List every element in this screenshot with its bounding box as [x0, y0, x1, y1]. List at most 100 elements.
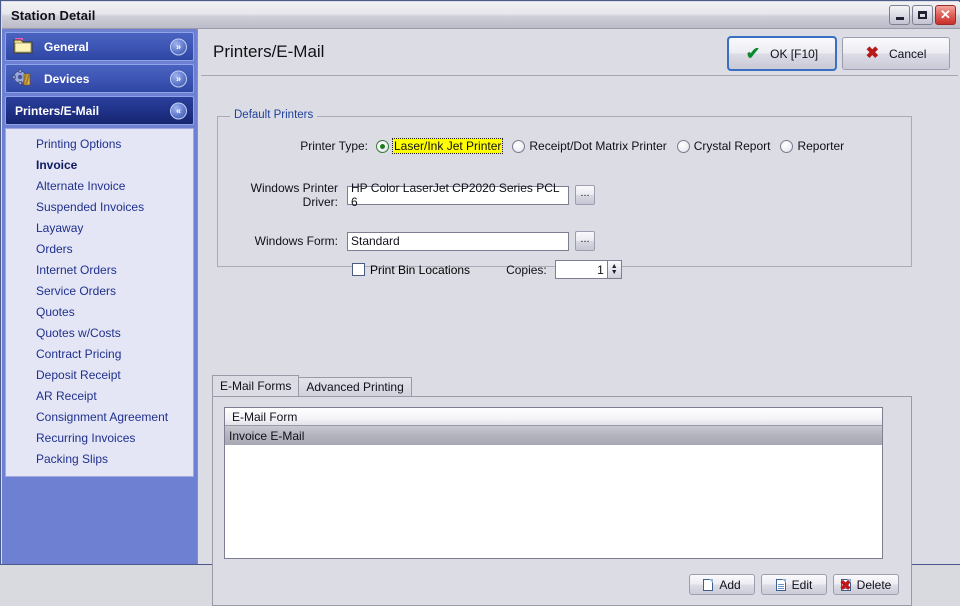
printer-type-option-label: Receipt/Dot Matrix Printer	[529, 139, 667, 153]
group-legend: Default Printers	[230, 109, 318, 121]
radio-laser[interactable]	[376, 139, 389, 153]
ok-button-label: OK [F10]	[770, 46, 819, 61]
printer-type-option-crystal[interactable]: Crystal Report	[676, 139, 771, 153]
station-detail-window: Station Detail ✕ General » Devices » Pri…	[0, 0, 960, 606]
printer-driver-row: Windows Printer Driver: HP Color LaserJe…	[218, 181, 908, 209]
sidebar-item-layaway[interactable]: Layaway	[6, 218, 193, 239]
printer-type-row: Printer Type: Laser/Ink Jet Printer Rece…	[218, 138, 908, 154]
tab-advanced-printing[interactable]: Advanced Printing	[298, 377, 412, 396]
spinner-down-icon[interactable]: ▼	[611, 269, 618, 276]
email-form-column-header: E-Mail Form	[225, 408, 882, 426]
chevron-down-icon[interactable]: »	[170, 70, 187, 87]
delete-button-label: Delete	[856, 577, 892, 592]
printer-type-option-receipt[interactable]: Receipt/Dot Matrix Printer	[512, 139, 667, 153]
delete-button[interactable]: ✖ Delete	[833, 574, 899, 595]
maximize-icon	[913, 6, 932, 24]
sidebar-item-quotes[interactable]: Quotes	[6, 302, 193, 323]
main-pane: Printers/E-Mail ✔ OK [F10] ✖ Cancel Defa…	[199, 29, 960, 606]
edit-document-icon	[775, 578, 786, 591]
tab-strip: E-Mail Forms Advanced Printing	[212, 375, 912, 396]
radio-reporter[interactable]	[780, 139, 794, 153]
minimize-button[interactable]	[889, 5, 910, 25]
sidebar-item-list: Printing Options Invoice Alternate Invoi…	[5, 128, 194, 477]
email-forms-panel: E-Mail Form Invoice E-Mail Add Edit ✖ De…	[212, 396, 912, 606]
print-bin-locations-label: Print Bin Locations	[370, 262, 471, 277]
sidebar-item-deposit-receipt[interactable]: Deposit Receipt	[6, 365, 193, 386]
windows-form-browse-button[interactable]: ...	[575, 231, 595, 251]
copies-field: Copies: 1 ▲ ▼	[506, 260, 622, 279]
sidebar-item-ar-receipt[interactable]: AR Receipt	[6, 386, 193, 407]
bin-copies-row: Print Bin Locations Copies: 1 ▲ ▼	[218, 260, 908, 279]
printer-driver-label: Windows Printer Driver:	[250, 181, 338, 209]
copies-spinner-buttons[interactable]: ▲ ▼	[606, 260, 622, 279]
sidebar-item-orders[interactable]: Orders	[6, 239, 193, 260]
gear-icon	[10, 69, 36, 88]
check-icon: ✔	[745, 44, 761, 63]
sidebar-item-recurring-invoices[interactable]: Recurring Invoices	[6, 428, 193, 449]
email-forms-actions: Add Edit ✖ Delete	[689, 574, 899, 595]
sidebar-item-packing-slips[interactable]: Packing Slips	[6, 449, 193, 470]
copies-input[interactable]: 1	[554, 260, 607, 279]
radio-crystal-report[interactable]	[676, 139, 690, 153]
maximize-button[interactable]	[912, 5, 933, 25]
printer-type-option-label: Crystal Report	[693, 139, 771, 153]
sidebar-group-printers-email[interactable]: Printers/E-Mail «	[5, 96, 194, 125]
sidebar-item-consignment-agreement[interactable]: Consignment Agreement	[6, 407, 193, 428]
window-controls: ✕	[889, 5, 956, 25]
new-document-icon	[703, 578, 714, 591]
sidebar-item-alternate-invoice[interactable]: Alternate Invoice	[6, 176, 193, 197]
edit-button[interactable]: Edit	[761, 574, 827, 595]
page-title: Printers/E-Mail	[213, 42, 325, 61]
sidebar-item-service-orders[interactable]: Service Orders	[6, 281, 193, 302]
folder-icon	[10, 37, 36, 56]
chevron-down-icon[interactable]: »	[170, 38, 187, 55]
windows-form-row: Windows Form: Standard ...	[218, 231, 908, 251]
list-item[interactable]: Invoice E-Mail	[225, 426, 882, 445]
copies-stepper[interactable]: 1 ▲ ▼	[554, 260, 622, 279]
printer-type-option-label: Laser/Ink Jet Printer	[391, 138, 504, 154]
sidebar-item-suspended-invoices[interactable]: Suspended Invoices	[6, 197, 193, 218]
chevron-up-icon[interactable]: «	[170, 102, 187, 119]
sidebar-item-quotes-w-costs[interactable]: Quotes w/Costs	[6, 323, 193, 344]
add-button[interactable]: Add	[689, 574, 755, 595]
printer-type-option-reporter[interactable]: Reporter	[780, 139, 844, 153]
default-printers-group: Default Printers Printer Type: Laser/Ink…	[217, 109, 912, 279]
windows-form-label: Windows Form:	[254, 234, 338, 248]
close-button[interactable]: ✕	[935, 5, 956, 25]
window-title: Station Detail	[11, 7, 96, 23]
sidebar-group-devices[interactable]: Devices »	[5, 64, 194, 93]
header-actions: ✔ OK [F10] ✖ Cancel	[727, 36, 950, 71]
sidebar-group-general[interactable]: General »	[5, 32, 194, 61]
printer-type-label: Printer Type:	[300, 139, 368, 153]
minimize-icon	[890, 6, 909, 24]
sidebar-group-label: Devices	[44, 71, 90, 86]
printer-driver-input[interactable]: HP Color LaserJet CP2020 Series PCL 6	[347, 181, 569, 209]
sidebar-item-printing-options[interactable]: Printing Options	[6, 134, 193, 155]
delete-document-icon: ✖	[839, 576, 852, 593]
sidebar-group-label: General	[44, 39, 89, 54]
edit-button-label: Edit	[791, 577, 813, 592]
sidebar-group-label: Printers/E-Mail	[15, 103, 100, 118]
ok-button[interactable]: ✔ OK [F10]	[727, 36, 837, 71]
printer-driver-browse-button[interactable]: ...	[575, 185, 595, 205]
copies-label: Copies:	[506, 262, 547, 277]
print-bin-locations-checkbox-wrap[interactable]: Print Bin Locations	[352, 263, 470, 277]
tab-email-forms[interactable]: E-Mail Forms	[212, 375, 300, 396]
title-bar: Station Detail ✕	[2, 2, 960, 29]
close-icon: ✕	[940, 7, 951, 22]
sidebar-item-internet-orders[interactable]: Internet Orders	[6, 260, 193, 281]
windows-form-input[interactable]: Standard	[347, 231, 569, 251]
cancel-button-label: Cancel	[889, 46, 927, 61]
content-frame: Default Printers Printer Type: Laser/Ink…	[201, 75, 958, 606]
page-header: Printers/E-Mail ✔ OK [F10] ✖ Cancel	[199, 29, 960, 75]
radio-receipt[interactable]	[512, 139, 526, 153]
email-forms-listbox[interactable]: E-Mail Form Invoice E-Mail	[224, 407, 883, 559]
x-icon: ✖	[865, 44, 880, 62]
print-bin-locations-checkbox[interactable]	[352, 263, 365, 276]
printer-type-option-laser[interactable]: Laser/Ink Jet Printer	[376, 138, 504, 154]
sidebar-item-contract-pricing[interactable]: Contract Pricing	[6, 344, 193, 365]
printer-type-option-label: Reporter	[797, 139, 845, 153]
cancel-button[interactable]: ✖ Cancel	[842, 37, 950, 70]
sidebar: General » Devices » Printers/E-Mail « Pr…	[2, 29, 198, 564]
sidebar-item-invoice[interactable]: Invoice	[6, 155, 193, 176]
